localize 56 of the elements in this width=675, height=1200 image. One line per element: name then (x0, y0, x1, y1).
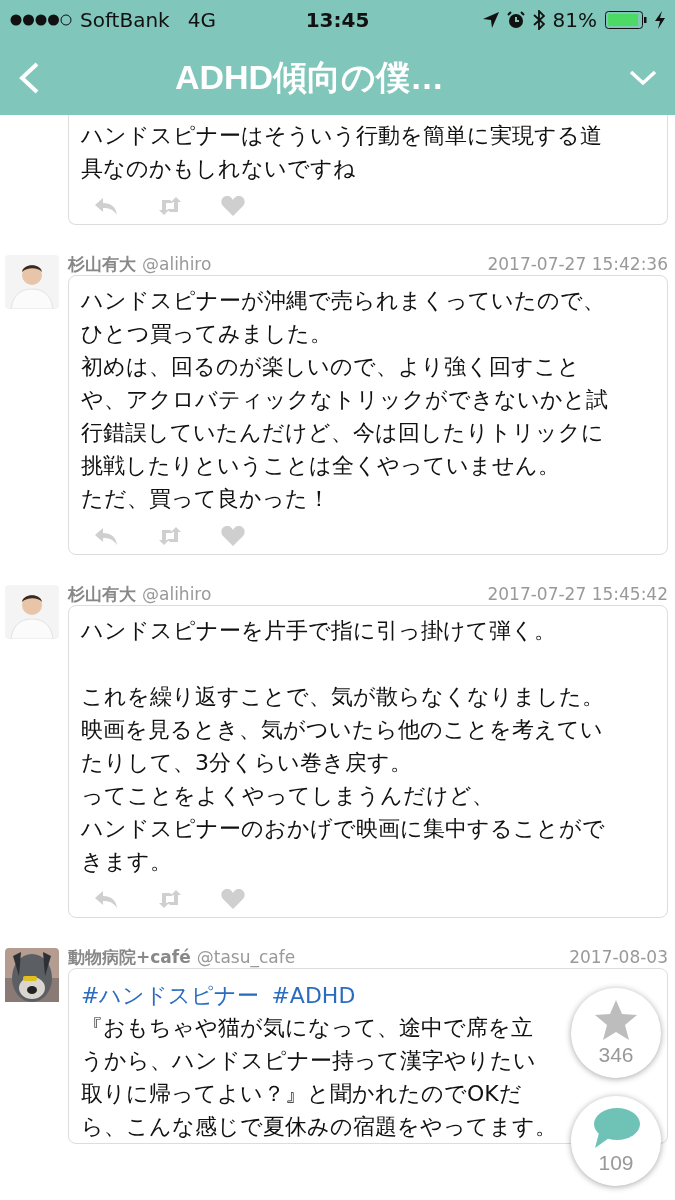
charging-icon (655, 11, 665, 29)
text-line: ただ、買って良かった！ (81, 485, 330, 513)
text-line: 行錯誤していたんだけど、今は回したりトリックに (81, 419, 604, 447)
retweet-icon[interactable] (157, 196, 183, 215)
user-name[interactable]: 動物病院+café (68, 947, 191, 967)
network-type: 4G (187, 8, 216, 32)
reply-icon[interactable] (93, 888, 119, 909)
timestamp: 2017-08-03 (569, 947, 668, 967)
comment-button[interactable]: 109 (571, 1096, 661, 1186)
clock-time: 13:45 (305, 8, 370, 32)
star-icon (594, 999, 638, 1041)
text-line: ハンドスピナーのおかげで映画に集中することがで (81, 815, 605, 843)
hashtag-link[interactable]: #ハンドスピナー (81, 981, 260, 1011)
location-icon (482, 12, 499, 28)
text-line: ってことをよくやってしまうんだけど、 (81, 782, 494, 810)
text-line: ハンドスピナーを片手で指に引っ掛けて弾く。 (81, 617, 556, 645)
text-line: 初めは、回るのが楽しいので、より強く回すこと (81, 353, 580, 381)
bluetooth-icon (532, 10, 545, 30)
user-name[interactable]: 杉山有大 (68, 254, 136, 274)
text-line: 挑戦したりということは全くやっていません。 (81, 452, 560, 480)
text-line: 『おもちゃや猫が気になって、途中で席を立 (81, 1014, 533, 1042)
page-title: ADHD傾向の僕… (173, 56, 446, 98)
text-line: や、アクロバティックなトリックができないかと試 (81, 386, 608, 414)
text-line: ハンドスピナーはそういう行動を簡単に実現する道 (81, 122, 602, 150)
hashtag-link[interactable]: #ADHD (271, 981, 356, 1011)
reply-icon[interactable] (93, 195, 119, 216)
battery-percent: 81% (552, 8, 597, 32)
user-handle[interactable]: @tasu_cafe (196, 947, 296, 967)
user-name[interactable]: 杉山有大 (68, 584, 136, 604)
user-handle[interactable]: @alihiro (142, 254, 212, 274)
back-icon[interactable] (18, 60, 40, 95)
heart-icon[interactable] (221, 525, 245, 546)
signal-icon (10, 14, 72, 26)
text-line: ら、こんな感じで夏休みの宿題をやってます。 (81, 1113, 557, 1141)
text-line: 映画を見るとき、気がついたら他のことを考えてい (81, 716, 603, 744)
user-handle[interactable]: @alihiro (142, 584, 212, 604)
speech-bubble-icon (591, 1107, 641, 1149)
carrier-name: SoftBank (80, 8, 170, 32)
retweet-icon[interactable] (157, 889, 183, 908)
chevron-down-icon[interactable] (629, 69, 657, 86)
text-line: たりして、3分くらい巻き戻す。 (81, 749, 412, 777)
text-line: 取りに帰ってよい？』と聞かれたのでOKだ (81, 1080, 522, 1108)
heart-icon[interactable] (221, 195, 245, 216)
timestamp: 2017-07-27 15:45:42 (487, 584, 668, 604)
reply-icon[interactable] (93, 525, 119, 546)
text-line: これを繰り返すことで、気が散らなくなりました。 (81, 683, 604, 711)
alarm-icon (506, 11, 525, 29)
text-line: うから、ハンドスピナー持って漢字やりたい (81, 1047, 536, 1075)
retweet-icon[interactable] (157, 526, 183, 545)
heart-icon[interactable] (221, 888, 245, 909)
text-line: ひとつ買ってみました。 (81, 320, 332, 348)
text-line: きます。 (81, 848, 172, 876)
timestamp: 2017-07-27 15:42:36 (487, 254, 668, 274)
text-line: 具なのかもしれないですね (81, 155, 356, 183)
battery-icon (605, 11, 647, 29)
text-line: ハンドスピナーが沖縄で売られまくっていたので、 (81, 287, 605, 315)
